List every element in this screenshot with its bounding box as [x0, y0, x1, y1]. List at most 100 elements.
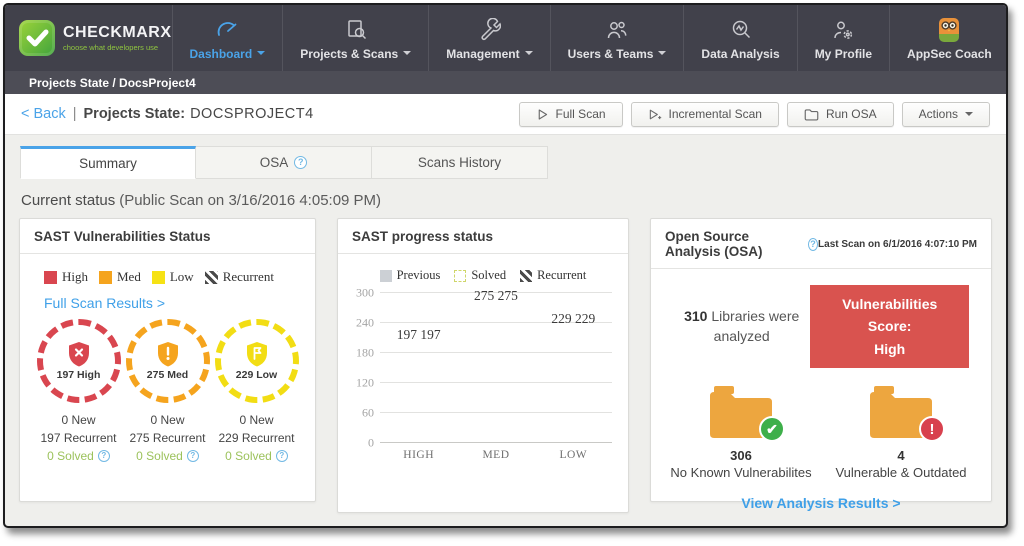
shield-x-icon [67, 341, 91, 367]
shield-exclamation-icon [156, 341, 180, 367]
recurrent-count: 275 Recurrent [123, 429, 212, 447]
nav-item-management[interactable]: Management [428, 5, 549, 71]
med-ring: 275 Med [126, 319, 210, 403]
back-link[interactable]: < Back [21, 106, 66, 122]
nav-label: Users & Teams [568, 47, 654, 61]
sast-vulnerabilities-panel: SAST Vulnerabilities Status High Med Low… [19, 218, 316, 502]
full-scan-button[interactable]: Full Scan [519, 102, 623, 127]
nav-label: Data Analysis [701, 47, 779, 61]
y-tick-label: 240 [356, 316, 374, 331]
incremental-scan-button[interactable]: Incremental Scan [631, 102, 779, 127]
panel-title: SAST Vulnerabilities Status [34, 229, 211, 244]
folder-label: No Known Vulnerabilites [661, 465, 821, 480]
low-ring: 229 Low [215, 319, 299, 403]
recurrent-count: 229 Recurrent [212, 429, 301, 447]
y-tick-label: 0 [368, 436, 374, 451]
no-known-vulnerabilities-block: ✔ 306 No Known Vulnerabilites [661, 382, 821, 480]
wrench-icon [477, 16, 501, 42]
folder-label: Vulnerable & Outdated [821, 465, 981, 480]
panel-title: SAST progress status [352, 229, 493, 244]
play-icon [536, 108, 549, 121]
y-tick-label: 120 [356, 376, 374, 391]
high-ring: 197 High [37, 319, 121, 403]
new-count: 0 New [123, 411, 212, 429]
nav-item-projects-scans[interactable]: Projects & Scans [282, 5, 428, 71]
y-tick-label: 300 [356, 286, 374, 301]
vulnerabilities-score-badge: Vulnerabilities Score: High [810, 285, 969, 368]
chevron-down-icon [658, 51, 666, 59]
nav-item-my-profile[interactable]: My Profile [797, 5, 889, 71]
help-icon[interactable]: ? [808, 238, 818, 251]
low-severity-block: 229 Low 0 New 229 Recurrent 0 Solved? [212, 319, 301, 465]
bar-value-label: 229 229 [535, 311, 612, 327]
osa-panel: Open Source Analysis (OSA)? Last Scan on… [650, 218, 992, 502]
nav-label: Management [446, 47, 519, 61]
nav-label: My Profile [815, 47, 872, 61]
help-icon[interactable]: ? [276, 450, 288, 462]
run-osa-button[interactable]: Run OSA [787, 102, 894, 127]
help-icon[interactable]: ? [187, 450, 199, 462]
page-title-label: Projects State: [84, 106, 186, 122]
summary-panels: SAST Vulnerabilities Status High Med Low… [19, 218, 992, 513]
help-icon[interactable]: ? [98, 450, 110, 462]
brand-tagline: choose what developers use [63, 43, 172, 52]
checkmarx-logo-icon [19, 20, 55, 56]
libraries-analyzed-text: 310 Libraries were analyzed [673, 307, 810, 346]
owl-icon [936, 16, 962, 42]
folder-count: 4 [821, 448, 981, 463]
folder-count: 306 [661, 448, 821, 463]
nav-label: AppSec Coach [907, 47, 992, 61]
full-scan-results-link[interactable]: Full Scan Results > [44, 295, 165, 311]
nav-menu: Dashboard Projects & Scans Management Us… [172, 5, 1009, 71]
recurrent-swatch [520, 270, 532, 282]
low-swatch [152, 271, 165, 284]
tab-osa[interactable]: OSA? [196, 146, 372, 179]
sast-progress-panel: SAST progress status Previous Solved Rec… [337, 218, 629, 513]
shield-flag-icon [245, 341, 269, 367]
brand-name: CHECKMARX [63, 25, 172, 41]
page-title-value: DOCSPROJECT4 [190, 106, 314, 122]
check-badge-icon: ✔ [759, 416, 785, 442]
bar-plot: 197 197275 275229 229 [380, 293, 612, 443]
high-swatch [44, 271, 57, 284]
med-severity-block: 275 Med 0 New 275 Recurrent 0 Solved? [123, 319, 212, 465]
brand-logo[interactable]: CHECKMARX choose what developers use [5, 5, 172, 71]
new-count: 0 New [34, 411, 123, 429]
top-navigation: CHECKMARX choose what developers use Das… [5, 5, 1006, 71]
x-label: LOW [535, 449, 612, 461]
bar-chart: 060120180240300 197 197275 275229 229 [350, 293, 612, 443]
gauge-icon [214, 16, 240, 42]
app-window: CHECKMARX choose what developers use Das… [3, 3, 1008, 528]
nav-item-dashboard[interactable]: Dashboard [172, 5, 283, 71]
bar-group-med: 275 275 [457, 293, 534, 443]
view-analysis-results-link[interactable]: View Analysis Results > [651, 495, 991, 511]
bar-value-label: 275 275 [457, 288, 534, 304]
tab-bar: Summary OSA? Scans History [20, 146, 1006, 179]
severity-legend: High Med Low Recurrent [44, 269, 315, 285]
nav-item-users-teams[interactable]: Users & Teams [550, 5, 684, 71]
chevron-down-icon [965, 112, 973, 120]
tab-summary[interactable]: Summary [20, 146, 196, 179]
solved-swatch [454, 270, 466, 282]
bar-value-label: 197 197 [380, 327, 457, 343]
folder-icon [804, 108, 819, 121]
x-label: HIGH [380, 449, 457, 461]
x-label: MED [457, 449, 534, 461]
chevron-down-icon [403, 51, 411, 59]
chart-y-axis: 060120180240300 [350, 293, 380, 443]
nav-item-data-analysis[interactable]: Data Analysis [683, 5, 796, 71]
analysis-magnifier-icon [729, 16, 753, 42]
last-scan-timestamp: Last Scan on 6/1/2016 4:07:10 PM [818, 239, 977, 250]
nav-item-appsec-coach[interactable]: AppSec Coach [889, 5, 1008, 71]
med-swatch [99, 271, 112, 284]
nav-label: Projects & Scans [300, 47, 398, 61]
people-icon [605, 16, 629, 42]
person-gear-icon [831, 16, 855, 42]
vulnerable-outdated-block: ! 4 Vulnerable & Outdated [821, 382, 981, 480]
actions-button[interactable]: Actions [902, 102, 990, 127]
bar-group-high: 197 197 [380, 293, 457, 443]
help-icon[interactable]: ? [294, 156, 307, 169]
breadcrumb: Projects State / DocsProject4 [5, 71, 1006, 94]
tab-scans-history[interactable]: Scans History [372, 146, 548, 179]
recurrent-count: 197 Recurrent [34, 429, 123, 447]
